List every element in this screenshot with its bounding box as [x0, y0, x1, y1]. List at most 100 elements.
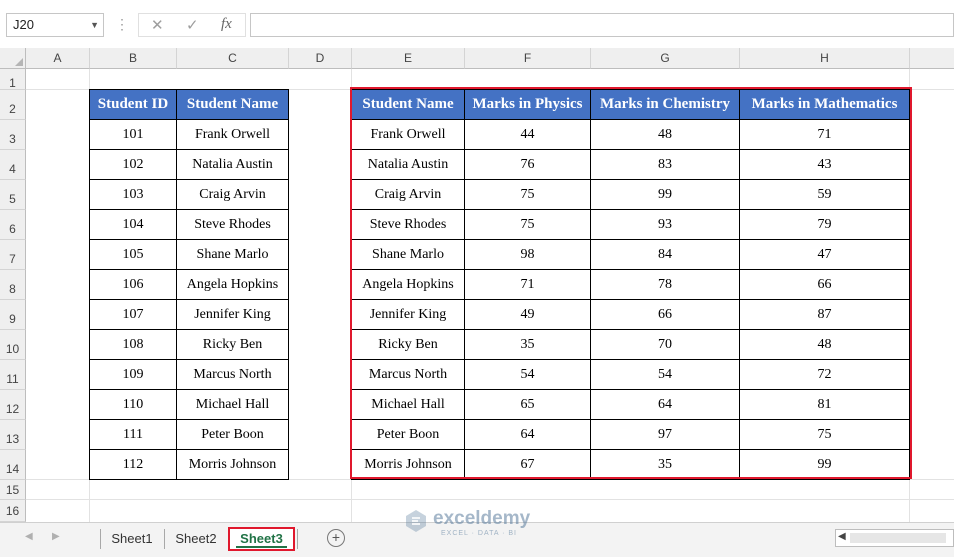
- student-name-cell[interactable]: Morris Johnson: [351, 449, 465, 480]
- row-header-6[interactable]: 6: [0, 210, 26, 240]
- row-header-16[interactable]: 16: [0, 500, 26, 522]
- student-id-cell[interactable]: 107: [89, 299, 177, 330]
- mathematics-mark-cell[interactable]: 72: [739, 359, 910, 390]
- row-header-13[interactable]: 13: [0, 420, 26, 450]
- student-name-cell[interactable]: Natalia Austin: [351, 149, 465, 180]
- student-name-cell[interactable]: Frank Orwell: [351, 119, 465, 150]
- physics-mark-cell[interactable]: 76: [464, 149, 591, 180]
- row-header-4[interactable]: 4: [0, 150, 26, 180]
- student-name-cell[interactable]: Marcus North: [176, 359, 289, 390]
- header-mathematics[interactable]: Marks in Mathematics: [739, 89, 910, 120]
- chemistry-mark-cell[interactable]: 66: [590, 299, 740, 330]
- student-id-cell[interactable]: 106: [89, 269, 177, 300]
- physics-mark-cell[interactable]: 67: [464, 449, 591, 480]
- tab-sheet2[interactable]: Sheet2: [166, 527, 226, 551]
- insert-function-icon[interactable]: fx: [221, 16, 232, 33]
- student-name-cell[interactable]: Craig Arvin: [176, 179, 289, 210]
- student-id-cell[interactable]: 101: [89, 119, 177, 150]
- scroll-thumb[interactable]: [850, 533, 946, 543]
- column-header-f[interactable]: F: [465, 48, 591, 69]
- column-header-h[interactable]: H: [740, 48, 910, 69]
- chemistry-mark-cell[interactable]: 35: [590, 449, 740, 480]
- mathematics-mark-cell[interactable]: 87: [739, 299, 910, 330]
- student-name-cell[interactable]: Jennifer King: [176, 299, 289, 330]
- chemistry-mark-cell[interactable]: 64: [590, 389, 740, 420]
- row-header-5[interactable]: 5: [0, 180, 26, 210]
- column-header-e[interactable]: E: [352, 48, 465, 69]
- physics-mark-cell[interactable]: 75: [464, 179, 591, 210]
- student-name-cell[interactable]: Michael Hall: [176, 389, 289, 420]
- row-header-14[interactable]: 14: [0, 450, 26, 480]
- student-name-cell[interactable]: Angela Hopkins: [351, 269, 465, 300]
- chemistry-mark-cell[interactable]: 99: [590, 179, 740, 210]
- mathematics-mark-cell[interactable]: 75: [739, 419, 910, 450]
- column-header-i[interactable]: [910, 48, 954, 69]
- student-name-cell[interactable]: Peter Boon: [351, 419, 465, 450]
- header-student-name[interactable]: Student Name: [351, 89, 465, 120]
- student-id-cell[interactable]: 110: [89, 389, 177, 420]
- column-header-a[interactable]: A: [26, 48, 90, 69]
- row-header-12[interactable]: 12: [0, 390, 26, 420]
- physics-mark-cell[interactable]: 65: [464, 389, 591, 420]
- student-name-cell[interactable]: Morris Johnson: [176, 449, 289, 480]
- physics-mark-cell[interactable]: 54: [464, 359, 591, 390]
- row-header-2[interactable]: 2: [0, 90, 26, 120]
- student-name-cell[interactable]: Natalia Austin: [176, 149, 289, 180]
- student-id-cell[interactable]: 102: [89, 149, 177, 180]
- add-sheet-icon[interactable]: +: [327, 529, 345, 547]
- student-id-cell[interactable]: 105: [89, 239, 177, 270]
- chemistry-mark-cell[interactable]: 97: [590, 419, 740, 450]
- mathematics-mark-cell[interactable]: 43: [739, 149, 910, 180]
- row-header-9[interactable]: 9: [0, 300, 26, 330]
- formula-input[interactable]: [250, 13, 954, 37]
- select-all-corner[interactable]: [0, 48, 26, 69]
- column-header-d[interactable]: D: [289, 48, 352, 69]
- chemistry-mark-cell[interactable]: 78: [590, 269, 740, 300]
- student-name-cell[interactable]: Marcus North: [351, 359, 465, 390]
- physics-mark-cell[interactable]: 71: [464, 269, 591, 300]
- student-name-cell[interactable]: Frank Orwell: [176, 119, 289, 150]
- chemistry-mark-cell[interactable]: 93: [590, 209, 740, 240]
- header-student-name[interactable]: Student Name: [176, 89, 289, 120]
- student-name-cell[interactable]: Angela Hopkins: [176, 269, 289, 300]
- student-id-cell[interactable]: 112: [89, 449, 177, 480]
- next-sheet-icon[interactable]: ▶: [52, 531, 60, 542]
- header-physics[interactable]: Marks in Physics: [464, 89, 591, 120]
- student-id-cell[interactable]: 108: [89, 329, 177, 360]
- row-header-10[interactable]: 10: [0, 330, 26, 360]
- enter-icon[interactable]: ✓: [186, 16, 199, 34]
- student-name-cell[interactable]: Jennifer King: [351, 299, 465, 330]
- student-name-cell[interactable]: Steve Rhodes: [351, 209, 465, 240]
- physics-mark-cell[interactable]: 49: [464, 299, 591, 330]
- previous-sheet-icon[interactable]: ◀: [25, 531, 33, 542]
- chemistry-mark-cell[interactable]: 54: [590, 359, 740, 390]
- row-header-7[interactable]: 7: [0, 240, 26, 270]
- student-name-cell[interactable]: Peter Boon: [176, 419, 289, 450]
- tab-sheet1[interactable]: Sheet1: [102, 527, 162, 551]
- chevron-down-icon[interactable]: ▼: [90, 14, 99, 36]
- row-header-8[interactable]: 8: [0, 270, 26, 300]
- row-header-11[interactable]: 11: [0, 360, 26, 390]
- row-header-3[interactable]: 3: [0, 120, 26, 150]
- column-header-c[interactable]: C: [177, 48, 289, 69]
- physics-mark-cell[interactable]: 98: [464, 239, 591, 270]
- cancel-icon[interactable]: ✕: [151, 16, 164, 34]
- mathematics-mark-cell[interactable]: 48: [739, 329, 910, 360]
- mathematics-mark-cell[interactable]: 79: [739, 209, 910, 240]
- row-header-1[interactable]: 1: [0, 69, 26, 90]
- chemistry-mark-cell[interactable]: 48: [590, 119, 740, 150]
- mathematics-mark-cell[interactable]: 81: [739, 389, 910, 420]
- mathematics-mark-cell[interactable]: 66: [739, 269, 910, 300]
- student-name-cell[interactable]: Shane Marlo: [176, 239, 289, 270]
- physics-mark-cell[interactable]: 75: [464, 209, 591, 240]
- student-id-cell[interactable]: 111: [89, 419, 177, 450]
- mathematics-mark-cell[interactable]: 99: [739, 449, 910, 480]
- horizontal-scrollbar[interactable]: ◀: [835, 529, 954, 547]
- mathematics-mark-cell[interactable]: 59: [739, 179, 910, 210]
- physics-mark-cell[interactable]: 44: [464, 119, 591, 150]
- student-name-cell[interactable]: Michael Hall: [351, 389, 465, 420]
- header-student-id[interactable]: Student ID: [89, 89, 177, 120]
- student-name-cell[interactable]: Shane Marlo: [351, 239, 465, 270]
- student-name-cell[interactable]: Steve Rhodes: [176, 209, 289, 240]
- name-box[interactable]: J20 ▼: [6, 13, 104, 37]
